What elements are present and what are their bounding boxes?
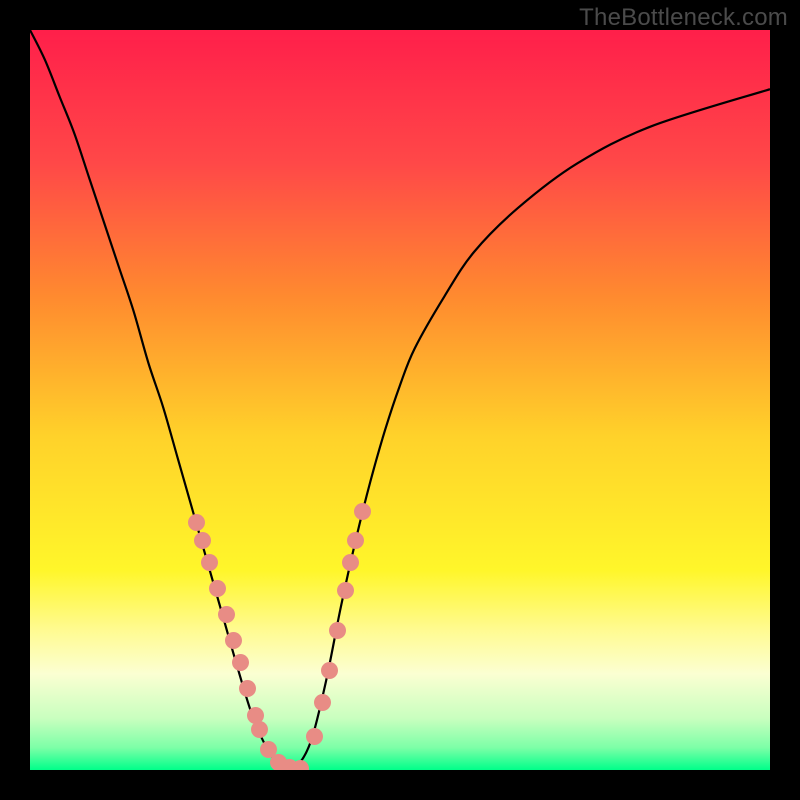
chart-frame: TheBottleneck.com <box>0 0 800 800</box>
overlay-marker <box>354 503 371 520</box>
valley-curve <box>30 30 770 770</box>
overlay-marker <box>292 760 309 770</box>
overlay-marker <box>218 606 235 623</box>
overlay-marker <box>321 662 338 679</box>
plot-area <box>30 30 770 770</box>
overlay-marker <box>251 721 268 738</box>
watermark-text: TheBottleneck.com <box>579 4 788 32</box>
overlay-marker <box>188 514 205 531</box>
overlay-marker <box>314 694 331 711</box>
overlay-marker <box>225 632 242 649</box>
overlay-marker <box>329 622 346 639</box>
overlay-marker <box>232 654 249 671</box>
overlay-marker <box>239 680 256 697</box>
overlay-marker <box>194 532 211 549</box>
